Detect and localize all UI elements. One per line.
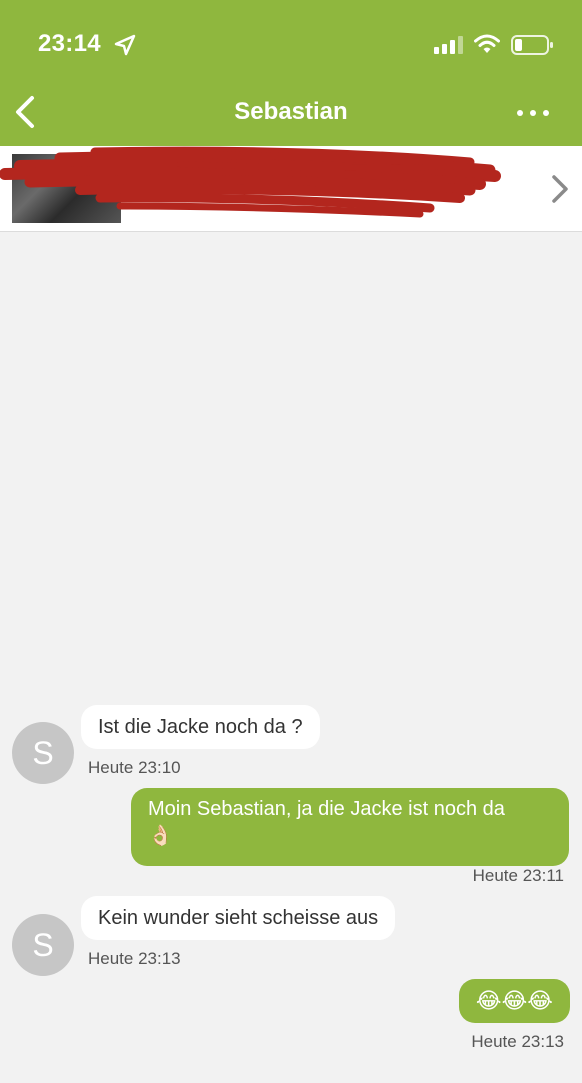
wifi-icon	[474, 34, 500, 53]
signal-icon	[434, 36, 463, 54]
message-bubble-outgoing: 😂😂😂	[458, 979, 570, 1023]
location-arrow-icon	[114, 34, 136, 56]
message-bubble-outgoing: Moin Sebastian, ja die Jacke ist noch da…	[131, 788, 569, 866]
redaction-scribble	[0, 146, 501, 218]
message-bubble-incoming: Kein wunder sieht scheisse aus	[81, 896, 396, 940]
chevron-right-icon[interactable]	[550, 174, 570, 204]
message-timestamp: Heute 23:13	[471, 1032, 564, 1051]
avatar[interactable]: S	[12, 722, 74, 784]
message-timestamp: Heute 23:13	[88, 949, 181, 968]
more-horizontal-icon[interactable]	[516, 106, 550, 120]
chat-area[interactable]: S Ist die Jacke noch da ? Heute 23:10 Mo…	[0, 232, 582, 1083]
message-bubble-incoming: Ist die Jacke noch da ?	[81, 705, 320, 749]
message-timestamp: Heute 23:10	[88, 758, 181, 777]
page-title: Sebastian	[234, 98, 348, 125]
message-timestamp: Heute 23:11	[472, 866, 564, 885]
emoji-ok-hand: 👌🏻	[148, 825, 173, 847]
top-bar: 23:14 Sebastian	[0, 0, 582, 146]
message-text: Moin Sebastian, ja die Jacke ist noch da	[148, 798, 505, 820]
product-banner[interactable]	[0, 146, 582, 232]
battery-icon	[511, 35, 553, 55]
avatar[interactable]: S	[12, 914, 74, 976]
status-time: 23:14	[38, 30, 101, 57]
